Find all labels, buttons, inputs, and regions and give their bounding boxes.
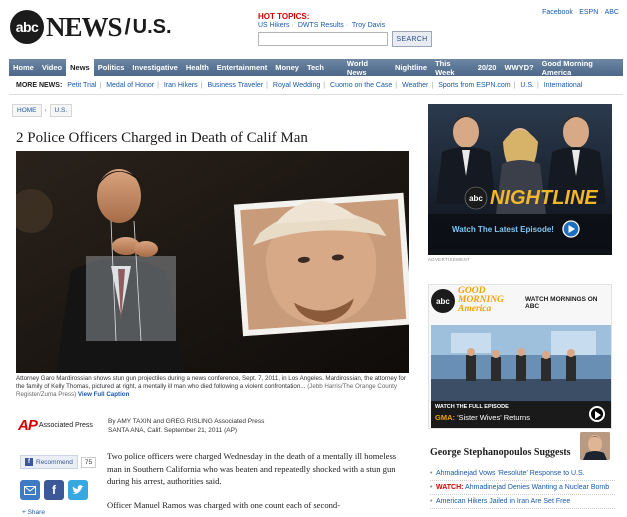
gma-full-episode-label: WATCH THE FULL EPISODE	[435, 404, 509, 410]
facebook-share-icon[interactable]: f	[44, 480, 64, 500]
share-icons: f	[20, 480, 92, 500]
nightline-cta: Watch The Latest Episode!	[452, 225, 554, 234]
divider	[9, 94, 623, 95]
suggests-list: Ahmadinejad Vows 'Resolute' Response to …	[430, 467, 615, 509]
nav-news[interactable]: News	[66, 59, 94, 76]
logo-separator: /	[124, 14, 131, 39]
recommend-count: 75	[80, 456, 97, 468]
logo-section-text: U.S.	[132, 15, 172, 38]
gma-studio-photo	[431, 325, 611, 401]
photo-caption: Attorney Garo Mardirossian shows stun gu…	[16, 375, 409, 399]
nav-wwyd[interactable]: WWYD?	[500, 59, 537, 76]
suggests-title: George Stephanopoulos Suggests	[430, 447, 571, 458]
byline-authors: By AMY TAXIN and GREG RISLING Associated…	[108, 418, 265, 425]
ap-logo: AP Associated Press	[18, 417, 93, 434]
recommend-button[interactable]: f Recommend	[20, 455, 78, 469]
top-links: Facebook · ESPN · ABC	[542, 9, 619, 16]
ap-mark: AP	[18, 417, 38, 434]
hot-topics: HOT TOPICS: US Hikers · DWTS Results · Tro…	[258, 12, 387, 29]
search-button[interactable]: SEARCH	[392, 31, 432, 47]
nav-money[interactable]: Money	[271, 59, 303, 76]
site-header: abc NEWS / U.S. HOT TOPICS: US Hikers · D…	[0, 0, 627, 58]
search-input[interactable]	[258, 32, 388, 46]
gma-logo: GOOD MORNING America	[458, 286, 504, 314]
logo-news-text: NEWS	[46, 11, 123, 42]
subnav-link[interactable]: Cuomo on the Case	[330, 82, 392, 89]
photo-illustration	[16, 151, 409, 373]
svg-text:abc: abc	[469, 194, 483, 203]
nightline-ad[interactable]: abc NIGHTLINE Watch The Latest Episode!	[428, 104, 612, 255]
facebook-recommend: f Recommend 75	[20, 455, 97, 469]
email-icon[interactable]	[20, 480, 40, 500]
nav-this-week[interactable]: This Week	[431, 59, 474, 77]
hot-topic-link[interactable]: US Hikers	[258, 22, 290, 29]
nav-investigative[interactable]: Investigative	[128, 59, 181, 76]
abc-link[interactable]: ABC	[605, 9, 619, 16]
gma-episode-bar: WATCH THE FULL EPISODE GMA: 'Sister Wive…	[431, 401, 611, 428]
gma-studio-graphic	[431, 325, 611, 401]
main-nav: Home Video News Politics Investigative H…	[9, 59, 623, 77]
subnav-link[interactable]: Iran Hikers	[164, 82, 198, 89]
article-photo[interactable]	[16, 151, 409, 373]
ap-text: Associated Press	[38, 422, 93, 429]
breadcrumb-us[interactable]: U.S.	[49, 104, 73, 117]
hot-topic-link[interactable]: DWTS Results	[298, 22, 344, 29]
gma-show-title: GMA: 'Sister Wives' Returns	[435, 413, 530, 422]
subnav-link[interactable]: Petit Trial	[67, 82, 96, 89]
nav-health[interactable]: Health	[182, 59, 213, 76]
espn-link[interactable]: ESPN	[579, 9, 598, 16]
nightline-ad-graphic: abc NIGHTLINE Watch The Latest Episode!	[428, 104, 612, 255]
list-item[interactable]: WATCH: Ahmadinejad Denies Wanting a Nucl…	[430, 481, 615, 495]
subnav-link[interactable]: U.S.	[520, 82, 534, 89]
share-link[interactable]: + Share	[22, 509, 45, 516]
list-item[interactable]: American Hikers Jailed in Iran Are Set F…	[430, 495, 615, 509]
paragraph: Two police officers were charged Wednesd…	[107, 451, 397, 486]
view-full-caption-link[interactable]: View Full Caption	[78, 391, 129, 398]
gma-ad[interactable]: abc GOOD MORNING America WATCH MORNINGS …	[428, 284, 612, 429]
nav-politics[interactable]: Politics	[94, 59, 129, 76]
hot-topic-link[interactable]: Troy Davis	[352, 22, 385, 29]
nav-world-news[interactable]: World News	[343, 59, 391, 77]
subnav-link[interactable]: Business Traveler	[207, 82, 263, 89]
breadcrumb: HOME › U.S.	[12, 104, 75, 117]
nav-nightline[interactable]: Nightline	[391, 59, 431, 76]
gma-watch-label: WATCH MORNINGS ON ABC	[525, 296, 598, 310]
byline: By AMY TAXIN and GREG RISLING Associated…	[108, 417, 264, 435]
play-icon[interactable]	[589, 406, 605, 422]
article-body: Two police officers were charged Wednesd…	[107, 450, 410, 517]
nav-video[interactable]: Video	[38, 59, 66, 76]
nav-2020[interactable]: 20/20	[474, 59, 501, 76]
list-item[interactable]: Ahmadinejad Vows 'Resolute' Response to …	[430, 467, 615, 481]
nav-gma[interactable]: Good Morning America	[538, 59, 623, 77]
nav-entertainment[interactable]: Entertainment	[213, 59, 271, 76]
more-news-label: MORE NEWS:	[16, 82, 63, 89]
subnav-link[interactable]: International	[544, 82, 583, 89]
avatar	[580, 432, 610, 460]
abc-logo-small: abc	[431, 289, 455, 313]
advertisement-label: ADVERTISEMENT	[428, 257, 471, 262]
hot-topics-label: HOT TOPICS:	[258, 12, 310, 21]
abc-logo-circle: abc	[10, 10, 44, 44]
nightline-brand: NIGHTLINE	[490, 187, 598, 209]
hot-topics-links: US Hikers · DWTS Results · Troy Davis	[258, 22, 386, 29]
breadcrumb-home[interactable]: HOME	[12, 104, 42, 117]
twitter-icon[interactable]	[68, 480, 88, 500]
abc-news-logo[interactable]: abc NEWS / U.S.	[10, 10, 172, 44]
facebook-link[interactable]: Facebook	[542, 9, 573, 16]
subnav-link[interactable]: Sports from ESPN.com	[438, 82, 510, 89]
recommend-label: Recommend	[36, 458, 73, 466]
more-news-bar: MORE NEWS: Petit Trial | Medal of Honor | …	[16, 82, 583, 89]
facebook-icon: f	[25, 458, 33, 466]
subnav-link[interactable]: Royal Wedding	[273, 82, 320, 89]
subnav-link[interactable]: Medal of Honor	[106, 82, 154, 89]
subnav-link[interactable]: Weather	[402, 82, 428, 89]
nav-home[interactable]: Home	[9, 59, 38, 76]
dateline: SANTA ANA, Calif. September 21, 2011 (AP…	[108, 427, 238, 434]
article-title: 2 Police Officers Charged in Death of Ca…	[16, 130, 308, 146]
nav-tech[interactable]: Tech	[303, 59, 328, 76]
paragraph: Officer Manuel Ramos was charged with on…	[107, 499, 341, 510]
chevron-right-icon: ›	[44, 107, 47, 114]
